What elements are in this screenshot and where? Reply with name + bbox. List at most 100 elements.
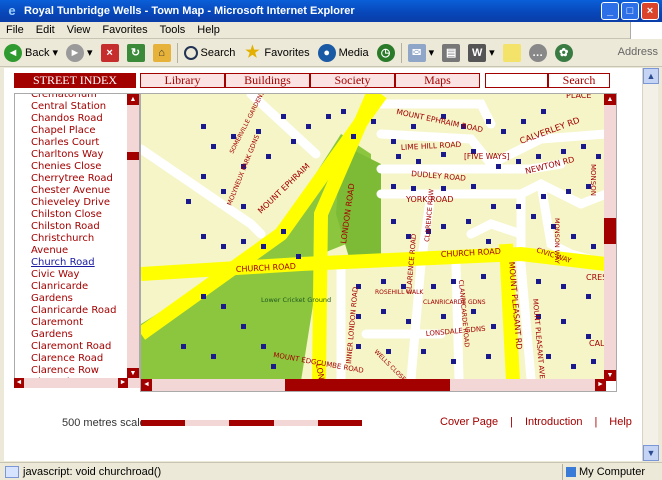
building-marker — [201, 124, 206, 129]
street-index-item[interactable]: Chapel Place — [31, 125, 127, 137]
building-marker — [561, 284, 566, 289]
print-button[interactable]: ▤ — [438, 41, 464, 65]
index-vertical-scrollbar[interactable]: ▲ ▼ — [127, 94, 139, 387]
menu-tools[interactable]: Tools — [154, 24, 192, 36]
window-title: Royal Tunbridge Wells - Town Map - Micro… — [24, 5, 355, 17]
street-index-item[interactable]: Christchurch Avenue — [31, 233, 127, 257]
street-index-item[interactable]: Central Station — [31, 101, 127, 113]
scroll-up-arrow-icon[interactable]: ▲ — [643, 68, 659, 84]
msn-button[interactable]: ✿ — [551, 41, 577, 65]
scroll-right-arrow-icon[interactable]: ► — [595, 379, 606, 391]
favorites-button[interactable]: ★ Favorites — [239, 41, 313, 65]
street-index-item[interactable]: Charltons Way — [31, 149, 127, 161]
introduction-link[interactable]: Introduction — [525, 416, 582, 428]
scroll-down-arrow-icon[interactable]: ▼ — [643, 445, 659, 461]
building-marker — [596, 154, 601, 159]
scroll-left-arrow-icon[interactable]: ◄ — [14, 378, 24, 388]
scroll-thumb[interactable] — [285, 379, 450, 391]
menu-help[interactable]: Help — [191, 24, 226, 36]
building-marker — [441, 152, 446, 157]
back-button[interactable]: ◄ Back ▾ — [0, 41, 62, 65]
building-marker — [396, 154, 401, 159]
map-street-label: PLACE — [566, 94, 591, 100]
stop-button[interactable]: × — [97, 41, 123, 65]
town-map-frame: MOUNT EPHRAIM ROAD LIME HILL ROAD [FIVE WA… — [140, 93, 617, 392]
street-index-item[interactable]: Chenies Close — [31, 161, 127, 173]
tab-society[interactable]: Society — [310, 73, 395, 88]
street-index-item[interactable]: Cherrytree Road — [31, 173, 127, 185]
building-marker — [391, 184, 396, 189]
map-street-label: CAL — [589, 339, 605, 348]
tab-maps[interactable]: Maps — [395, 73, 480, 88]
edit-button[interactable]: W ▾ — [464, 41, 499, 65]
street-index-item[interactable]: Chilston Close — [31, 209, 127, 221]
tab-library[interactable]: Library — [140, 73, 225, 88]
window-vertical-scrollbar[interactable]: ▲ ▼ — [642, 68, 659, 461]
scroll-up-arrow-icon[interactable]: ▲ — [604, 94, 616, 105]
street-index-item[interactable]: Crematorium — [31, 94, 127, 101]
menu-edit[interactable]: Edit — [30, 24, 61, 36]
street-index-item[interactable]: Chilston Road — [31, 221, 127, 233]
town-map[interactable]: MOUNT EPHRAIM ROADLIME HILL ROAD[FIVE WA… — [141, 94, 606, 381]
scroll-thumb[interactable] — [127, 152, 139, 160]
building-marker — [261, 344, 266, 349]
street-index-item[interactable]: Charles Court — [31, 137, 127, 149]
building-marker — [536, 154, 541, 159]
help-link[interactable]: Help — [609, 416, 632, 428]
maximize-button[interactable]: □ — [621, 2, 639, 20]
forward-button[interactable]: ► ▾ — [62, 41, 97, 65]
building-marker — [411, 124, 416, 129]
discuss-button[interactable] — [499, 41, 525, 65]
minimize-button[interactable]: _ — [601, 2, 619, 20]
search-icon — [183, 45, 198, 60]
scroll-left-arrow-icon[interactable]: ◄ — [141, 379, 152, 391]
scroll-thumb[interactable] — [604, 218, 616, 244]
building-marker — [451, 359, 456, 364]
street-index-item[interactable]: Church Road — [31, 257, 127, 269]
building-marker — [416, 159, 421, 164]
scroll-right-arrow-icon[interactable]: ► — [118, 378, 128, 388]
street-index-item[interactable]: Clarence Road — [31, 353, 127, 365]
map-horizontal-scrollbar[interactable]: ◄ ► — [141, 379, 606, 391]
cover-page-link[interactable]: Cover Page — [440, 416, 498, 428]
scroll-up-arrow-icon[interactable]: ▲ — [127, 94, 139, 105]
home-button[interactable]: ⌂ — [149, 41, 175, 65]
street-index-item[interactable]: Claremont Road — [31, 341, 127, 353]
building-marker — [261, 244, 266, 249]
close-button[interactable]: × — [641, 2, 659, 20]
security-zone: My Computer — [562, 464, 645, 480]
refresh-icon: ↻ — [126, 43, 145, 62]
street-index-item[interactable]: Claremont Gardens — [31, 317, 127, 341]
mail-button[interactable]: ✉ ▾ — [404, 41, 439, 65]
building-marker — [241, 204, 246, 209]
street-index-item[interactable]: Civic Way — [31, 269, 127, 281]
tab-buildings[interactable]: Buildings — [225, 73, 310, 88]
street-index-item[interactable]: Clarence Row — [31, 365, 127, 377]
menu-view[interactable]: View — [61, 24, 97, 36]
site-search-button[interactable]: Search — [548, 73, 610, 88]
map-vertical-scrollbar[interactable]: ▲ ▼ — [604, 94, 616, 381]
building-marker — [326, 114, 331, 119]
building-marker — [281, 114, 286, 119]
index-horizontal-scrollbar[interactable]: ◄ ► — [14, 378, 140, 388]
building-marker — [496, 164, 501, 169]
menu-file[interactable]: File — [0, 24, 30, 36]
menu-favorites[interactable]: Favorites — [96, 24, 153, 36]
window-controls: _ □ × — [601, 2, 659, 20]
search-input[interactable] — [485, 73, 548, 88]
building-marker — [421, 349, 426, 354]
street-index-item[interactable]: Chester Avenue — [31, 185, 127, 197]
street-index-item[interactable]: Chandos Road — [31, 113, 127, 125]
street-index-item[interactable]: Chieveley Drive — [31, 197, 127, 209]
chevron-down-icon: ▾ — [428, 47, 435, 59]
building-marker — [516, 159, 521, 164]
footer-links: Cover Page | Introduction | Help — [440, 416, 632, 428]
street-index-item[interactable]: Clanricarde Road — [31, 305, 127, 317]
street-index-item[interactable]: Clanricarde Gardens — [31, 281, 127, 305]
history-button[interactable]: ◷ — [373, 41, 399, 65]
refresh-button[interactable]: ↻ — [123, 41, 149, 65]
media-button[interactable]: ● Media — [314, 41, 373, 65]
favorites-label: Favorites — [264, 46, 310, 59]
search-button[interactable]: Search — [180, 41, 240, 65]
messenger-button[interactable]: … — [525, 41, 551, 65]
